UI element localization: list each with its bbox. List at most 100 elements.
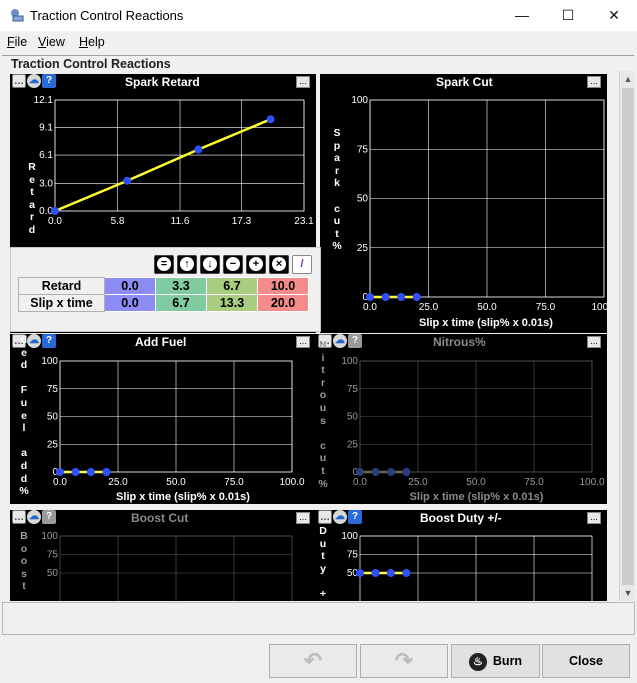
data-point: [402, 569, 411, 577]
row-label-slip-x-time: Slip x time: [18, 294, 105, 312]
interpolate-button[interactable]: /: [292, 255, 312, 274]
equal-icon: =: [157, 257, 171, 271]
nitrous-panel: … ☁? Nitrous%... Ni t r o u s c u t% 0 25 50 75 100 0.0 25…: [316, 334, 607, 504]
x-tick-label: 0.0: [53, 477, 67, 488]
x-tick-label: 25.0: [408, 477, 428, 488]
table-cell[interactable]: 10.0: [257, 277, 309, 295]
data-point: [194, 145, 203, 154]
y-tick-label: 100: [351, 95, 368, 106]
table-cell[interactable]: 20.0: [257, 294, 309, 312]
table-cell[interactable]: 6.7: [206, 277, 258, 295]
y-tick-label: 6.1: [39, 150, 53, 161]
multiply-icon: ×: [272, 257, 286, 271]
data-point: [397, 293, 406, 301]
subtract-button[interactable]: −: [223, 255, 243, 274]
x-tick-label: 100.0: [579, 477, 604, 488]
x-axis-label: Slip x time (slip% x 0.01s): [419, 317, 553, 329]
x-tick-label: 75.0: [536, 302, 556, 313]
x-tick-label: 0.0: [353, 477, 367, 488]
data-point: [56, 468, 64, 476]
data-point: [51, 207, 59, 215]
chart-svg: 02550751000.025.050.075.0100.0: [351, 95, 607, 313]
interpolate-icon: /: [300, 258, 304, 270]
y-tick-label: 75: [347, 384, 359, 395]
curve-table: Retard 0.0 3.3 6.7 10.0 Slip x time 0.0 …: [18, 277, 309, 312]
scroll-thumb[interactable]: [622, 88, 634, 585]
y-tick-label: 50: [47, 568, 59, 579]
boost-duty-panel: …☁?Boost Duty +/-...Duty+/5075100: [316, 510, 607, 601]
y-tick-label: 75: [347, 550, 359, 561]
burn-label: Burn: [492, 654, 523, 668]
y-tick-label: 75: [357, 144, 369, 155]
data-point: [412, 293, 421, 301]
x-tick-label: 25.0: [108, 477, 128, 488]
x-tick-label: 75.0: [224, 477, 244, 488]
data-point: [71, 468, 80, 476]
add-button[interactable]: +: [246, 255, 266, 274]
increase-button[interactable]: ↑: [177, 255, 197, 274]
y-tick-label: 25: [347, 439, 359, 450]
subtract-icon: −: [226, 257, 240, 271]
redo-button[interactable]: ↷: [360, 644, 448, 678]
decrease-icon: ↓: [203, 257, 217, 271]
table-cell[interactable]: 0.0: [104, 277, 156, 295]
y-tick-label: 50: [357, 194, 369, 205]
redo-icon: ↷: [394, 648, 414, 673]
series-line: [54, 118, 272, 213]
data-point: [102, 468, 111, 476]
window-title: Traction Control Reactions: [30, 8, 184, 23]
minimize-button[interactable]: —: [499, 0, 545, 31]
boost-cut-panel: …☁?Boost Cut...Boostc5075100: [10, 510, 316, 601]
data-point: [371, 468, 380, 476]
maximize-button[interactable]: ☐: [545, 0, 591, 31]
x-tick-label: 11.6: [171, 216, 190, 227]
decrease-button[interactable]: ↓: [200, 255, 220, 274]
table-cell[interactable]: 13.3: [206, 294, 258, 312]
menu-help[interactable]: Help: [79, 35, 105, 49]
undo-button[interactable]: ↶: [269, 644, 357, 678]
close-label: Close: [568, 654, 604, 668]
y-tick-label: 75: [47, 384, 59, 395]
add-fuel-panel: … ☁? Add Fuel... d e d Fu e l a d d% 0 25 50 75 100 0.0 25…: [10, 334, 316, 504]
table-cell[interactable]: 0.0: [104, 294, 156, 312]
data-point: [123, 176, 132, 185]
table-editor: = ↑ ↓ − + × / Retard 0.0 3.3 6.7 10.0 Slip x t…: [10, 247, 321, 332]
x-tick-label: 100.0: [591, 302, 607, 313]
close-button[interactable]: Close: [542, 644, 630, 678]
app-icon: [11, 9, 24, 22]
y-tick-label: 12.1: [34, 95, 54, 106]
y-tick-label: 100: [41, 531, 58, 542]
x-tick-label: 50.0: [477, 302, 497, 313]
data-point: [356, 569, 364, 577]
y-tick-label: 9.1: [39, 123, 53, 134]
data-point: [402, 468, 411, 476]
data-point: [86, 468, 95, 476]
x-tick-label: 0.0: [48, 216, 62, 227]
close-window-button[interactable]: ✕: [591, 0, 637, 31]
equal-button[interactable]: =: [154, 255, 174, 274]
menu-file[interactable]: File: [7, 35, 27, 49]
chart-svg: 50 75 100: [41, 531, 293, 601]
x-axis-label: Slip x time (slip% x 0.01s): [116, 491, 250, 503]
vertical-scrollbar[interactable]: ▲ ▼: [619, 71, 635, 601]
y-tick-label: 25: [357, 243, 369, 254]
table-cell[interactable]: 6.7: [155, 294, 207, 312]
burn-icon: ♨: [468, 652, 487, 671]
status-bar: [2, 602, 635, 635]
y-tick-label: 3.0: [39, 178, 53, 189]
x-axis-label: Slip x time (slip% x 0.01s): [409, 491, 544, 503]
menu-bar: File View Help: [0, 31, 637, 53]
table-cell[interactable]: 3.3: [155, 277, 207, 295]
y-tick-label: 50: [47, 412, 59, 423]
chart-svg: 02550751000.025.050.075.0100.0: [41, 356, 305, 488]
increase-icon: ↑: [180, 257, 194, 271]
scroll-up-icon[interactable]: ▲: [620, 71, 636, 87]
scroll-down-icon[interactable]: ▼: [620, 585, 636, 601]
row-label-retard: Retard: [18, 277, 105, 295]
menu-view[interactable]: View: [38, 35, 65, 49]
group-title: Traction Control Reactions: [9, 57, 173, 71]
multiply-button[interactable]: ×: [269, 255, 289, 274]
burn-button[interactable]: ♨ Burn: [451, 644, 540, 678]
data-point: [381, 293, 390, 301]
x-tick-label: 100.0: [279, 477, 304, 488]
